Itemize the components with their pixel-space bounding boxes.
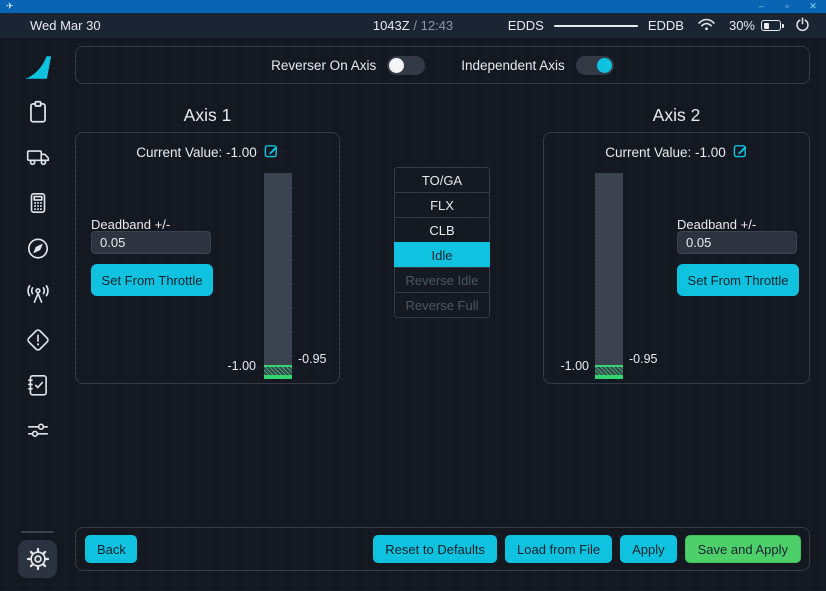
axis1-throttle-position-bar <box>264 173 292 379</box>
reset-to-defaults-button[interactable]: Reset to Defaults <box>373 535 497 563</box>
battery-percent: 30% <box>729 18 755 33</box>
window-close-button[interactable]: ✕ <box>800 0 826 13</box>
battery-icon <box>761 20 781 31</box>
load-from-file-button[interactable]: Load from File <box>505 535 612 563</box>
detent-reverse-idle: Reverse Idle <box>394 267 490 293</box>
sidebar-item-checklists journal-check-icon[interactable] <box>0 372 75 398</box>
window-maximize-button[interactable]: ▫ <box>774 0 800 13</box>
sidebar-item-atc broadcast-icon[interactable] <box>0 281 75 307</box>
detent-idle[interactable]: Idle <box>394 242 490 268</box>
detent-clb[interactable]: CLB <box>394 217 490 243</box>
sidebar-item-dispatch truck-icon[interactable] <box>0 144 75 170</box>
axis2-range-high: -0.95 <box>629 352 658 366</box>
footer-action-bar: Back Reset to Defaults Load from File Ap… <box>75 527 810 571</box>
axis1-idle-detent-range <box>264 365 292 379</box>
axis1-deadband-input[interactable] <box>91 231 211 254</box>
independent-axis-group: Independent Axis <box>461 56 614 75</box>
detent-reverse-full: Reverse Full <box>394 292 490 318</box>
battery-status: 30% <box>729 18 781 33</box>
axis2-deadband-input[interactable] <box>677 231 797 254</box>
independent-axis-toggle[interactable] <box>576 56 614 75</box>
throttle-calibration-page: Reverser On Axis Independent Axis Axis 1… <box>0 38 826 591</box>
detent-selector: TO/GA FLX CLB Idle Reverse Idle Reverse … <box>394 167 490 318</box>
sidebar-item-failures warning-diamond-icon[interactable] <box>0 327 75 353</box>
axis1-set-from-throttle-button[interactable]: Set From Throttle <box>91 264 213 296</box>
flight-progress: EDDS EDDB <box>508 18 684 33</box>
flight-progress-line <box>554 25 638 27</box>
flybywire-logo-icon <box>0 54 75 81</box>
airplane-icon: ✈ <box>6 0 14 13</box>
axis2-deadband-label: Deadband +/- <box>677 217 756 232</box>
axis2-set-from-throttle-button[interactable]: Set From Throttle <box>677 264 799 296</box>
apply-button[interactable]: Apply <box>620 535 677 563</box>
local-time: 12:43 <box>421 18 454 33</box>
axis2-panel: Current Value: -1.00 Deadband +/- Set Fr… <box>543 132 810 384</box>
axis1-range-low: -1.00 <box>228 359 257 373</box>
sidebar-item-presets sliders-icon[interactable] <box>0 417 75 443</box>
sidebar-item-dashboard clipboard-icon[interactable] <box>0 99 75 125</box>
axis2-throttle-position-bar <box>595 173 623 379</box>
sidebar-divider <box>21 531 54 533</box>
detent-toga[interactable]: TO/GA <box>394 167 490 193</box>
axis1-panel: Current Value: -1.00 Deadband +/- Set Fr… <box>75 132 340 384</box>
axis-options-bar: Reverser On Axis Independent Axis <box>75 46 810 84</box>
back-button[interactable]: Back <box>85 535 137 563</box>
destination-icao: EDDB <box>648 18 684 33</box>
axis1-edit-value pencil-square-icon[interactable] <box>264 143 279 161</box>
axis1-deadband-label: Deadband +/- <box>91 217 170 232</box>
reverser-on-axis-toggle[interactable] <box>387 56 425 75</box>
axis2-current-value: Current Value: -1.00 <box>605 145 726 160</box>
save-and-apply-button[interactable]: Save and Apply <box>685 535 801 563</box>
sidebar-item-performance calculator-icon[interactable] <box>0 190 75 216</box>
sidebar-item-settings gear-icon[interactable] <box>18 540 57 578</box>
reverser-on-axis-label: Reverser On Axis <box>271 58 376 73</box>
axis2-idle-detent-range <box>595 365 623 379</box>
sidebar <box>0 38 75 591</box>
reverser-on-axis-group: Reverser On Axis <box>271 56 425 75</box>
detent-flx[interactable]: FLX <box>394 192 490 218</box>
window-minimize-button[interactable]: – <box>748 0 774 13</box>
axis1-current-value: Current Value: -1.00 <box>136 145 257 160</box>
origin-icao: EDDS <box>508 18 544 33</box>
axis2-range-low: -1.00 <box>561 359 590 373</box>
power-icon[interactable] <box>795 17 810 35</box>
wifi-icon <box>698 18 715 34</box>
status-bar: Wed Mar 30 1043Z / 12:43 EDDS EDDB 30% <box>0 13 826 38</box>
independent-axis-label: Independent Axis <box>461 58 565 73</box>
app-window: ✈ – ▫ ✕ Wed Mar 30 1043Z / 12:43 EDDS ED… <box>0 0 826 591</box>
utc-time: 1043Z <box>373 18 410 33</box>
axis1-range-high: -0.95 <box>298 352 327 366</box>
axis2-edit-value pencil-square-icon[interactable] <box>733 143 748 161</box>
axis2-heading: Axis 2 <box>543 102 810 128</box>
window-titlebar: ✈ – ▫ ✕ <box>0 0 826 13</box>
axis1-heading: Axis 1 <box>75 102 340 128</box>
sidebar-item-navigation compass-icon[interactable] <box>0 235 75 261</box>
